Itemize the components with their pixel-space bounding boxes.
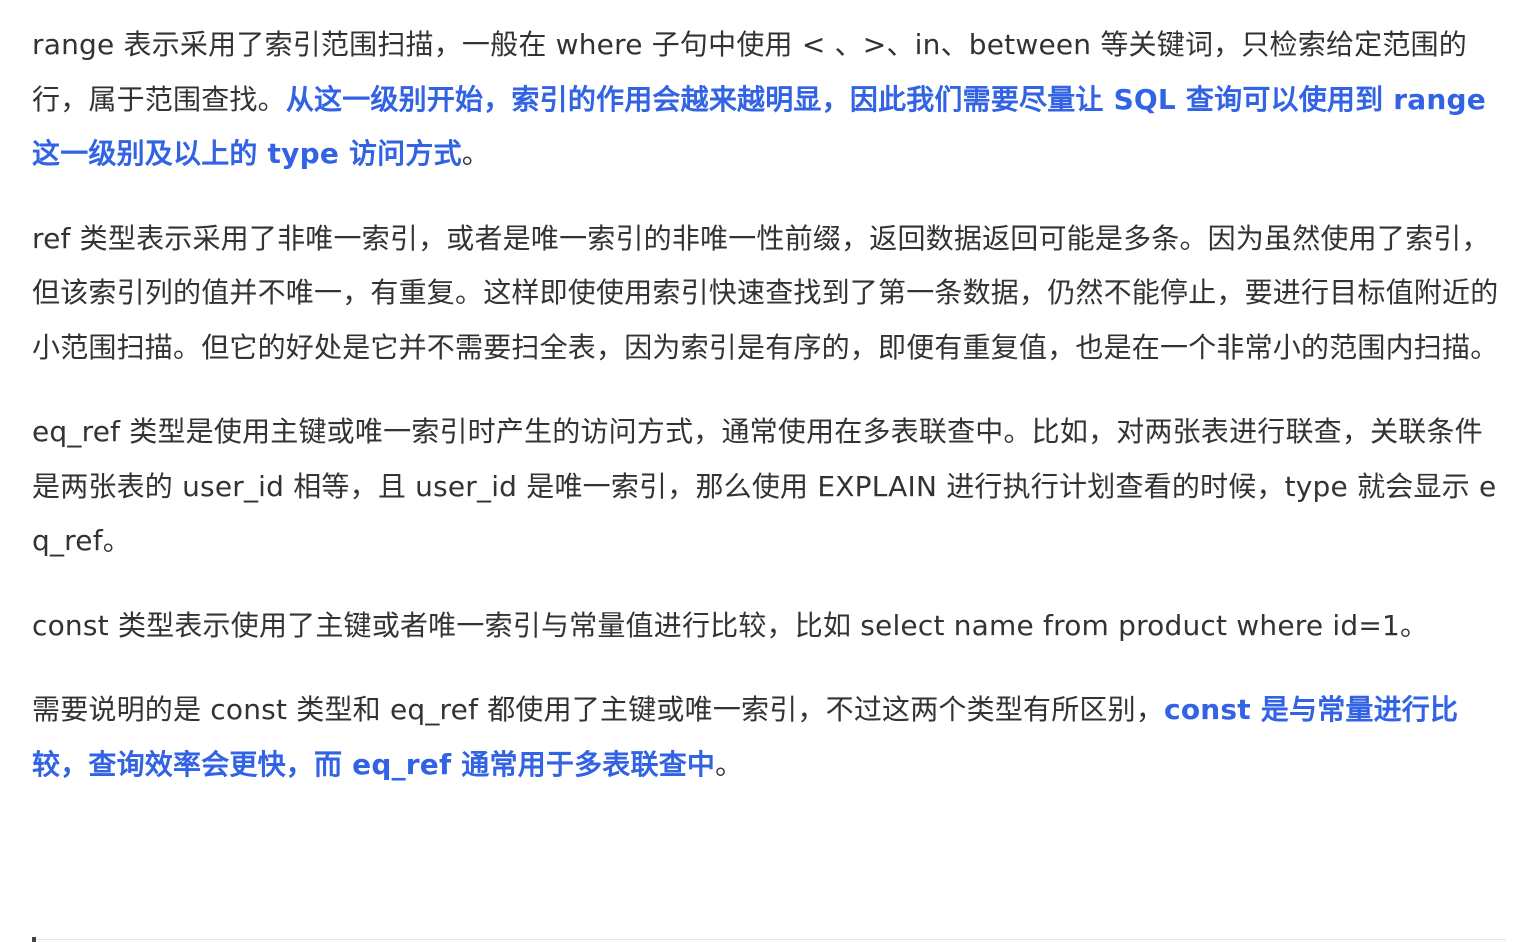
bottom-divider [32, 939, 1506, 940]
paragraph-text: ref 类型表示采用了非唯一索引，或者是唯一索引的非唯一性前缀，返回数据返回可能… [32, 221, 1499, 364]
paragraph-text: eq_ref 类型是使用主键或唯一索引时产生的访问方式，通常使用在多表联查中。比… [32, 415, 1497, 557]
article-body: range 表示采用了索引范围扫描，一般在 where 子句中使用 < 、>、i… [32, 18, 1506, 822]
paragraph-text: const 类型表示使用了主键或者唯一索引与常量值进行比较，比如 select … [32, 608, 1429, 642]
paragraph-range: range 表示采用了索引范围扫描，一般在 where 子句中使用 < 、>、i… [32, 18, 1506, 182]
paragraph-tail: 。 [461, 137, 490, 170]
paragraph-summary: 需要说明的是 const 类型和 eq_ref 都使用了主键或唯一索引，不过这两… [32, 683, 1506, 792]
paragraph-eq-ref: eq_ref 类型是使用主键或唯一索引时产生的访问方式，通常使用在多表联查中。比… [32, 405, 1506, 569]
divider-marker [32, 937, 36, 942]
paragraph-const: const 类型表示使用了主键或者唯一索引与常量值进行比较，比如 select … [32, 599, 1506, 654]
paragraph-tail: 。 [715, 747, 744, 781]
paragraph-text: 需要说明的是 const 类型和 eq_ref 都使用了主键或唯一索引，不过这两… [32, 693, 1165, 726]
paragraph-ref: ref 类型表示采用了非唯一索引，或者是唯一索引的非唯一性前缀，返回数据返回可能… [32, 212, 1506, 376]
